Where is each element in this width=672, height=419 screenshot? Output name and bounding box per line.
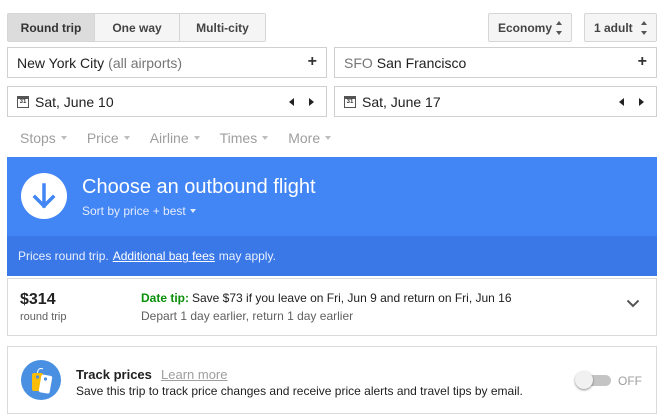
dropdown-arrow-icon	[193, 136, 200, 140]
cabin-class-dropdown[interactable]: Economy	[488, 13, 572, 42]
dropdown-arrow-icon	[123, 136, 130, 140]
cabin-class-value: Economy	[498, 20, 553, 35]
learn-more-link[interactable]: Learn more	[161, 367, 227, 382]
origin-qualifier: (all airports)	[108, 54, 183, 71]
calendar-icon: 31	[17, 95, 29, 108]
origin-city: New York City	[17, 54, 105, 71]
chevron-down-icon[interactable]	[626, 299, 640, 308]
toggle-knob	[575, 371, 593, 389]
dropdown-arrow-icon	[262, 136, 269, 140]
notice-suffix: may apply.	[218, 249, 276, 263]
dropdown-arrow-icon	[60, 136, 67, 140]
previous-date-icon[interactable]	[619, 98, 624, 106]
down-arrow-icon	[21, 173, 67, 219]
dropdown-arrow-icon	[325, 136, 332, 140]
filter-airline[interactable]: Airline	[150, 130, 200, 146]
origin-field[interactable]: New York City (all airports) +	[7, 47, 327, 78]
tip-message: Date tip: Save $73 if you leave on Fri, J…	[141, 291, 512, 305]
sort-arrows-icon	[556, 21, 563, 35]
sort-arrows-icon	[641, 21, 648, 35]
tip-price: $314	[20, 291, 56, 308]
calendar-icon: 31	[344, 95, 356, 108]
previous-date-icon[interactable]	[289, 98, 294, 106]
depart-date-field[interactable]: 31 Sat, June 10	[7, 86, 327, 117]
destination-code: SFO	[344, 54, 373, 71]
price-tag-icon	[21, 360, 61, 400]
tip-detail: Depart 1 day earlier, return 1 day earli…	[141, 309, 354, 323]
filter-stops[interactable]: Stops	[20, 130, 67, 146]
tip-label: Date tip:	[141, 291, 189, 305]
track-prices-title: Track prices	[76, 367, 152, 382]
round-trip-button[interactable]: Round trip	[8, 14, 95, 41]
filter-label: Price	[86, 130, 119, 146]
multi-city-button[interactable]: Multi-city	[180, 14, 265, 41]
bag-fees-link[interactable]: Additional bag fees	[113, 249, 215, 263]
filter-label: Times	[219, 130, 258, 146]
filter-bar: Stops Price Airline Times More	[20, 130, 351, 146]
price-notice: Prices round trip. Additional bag fees m…	[7, 236, 657, 276]
one-way-button[interactable]: One way	[95, 14, 180, 41]
next-date-icon[interactable]	[309, 98, 314, 106]
dropdown-arrow-icon	[189, 209, 196, 213]
return-date-field[interactable]: 31 Sat, June 17	[334, 86, 657, 117]
track-prices-description: Save this trip to track price changes an…	[76, 384, 523, 398]
filter-label: More	[288, 130, 321, 146]
sort-dropdown[interactable]: Sort by price + best	[82, 204, 196, 218]
filter-label: Stops	[20, 130, 56, 146]
trip-type-selector: Round trip One way Multi-city	[7, 13, 266, 42]
destination-field[interactable]: SFO San Francisco +	[334, 47, 657, 78]
tip-price-note: round trip	[20, 311, 67, 323]
filter-price[interactable]: Price	[87, 130, 130, 146]
page-title: Choose an outbound flight	[82, 176, 316, 198]
notice-prefix: Prices round trip.	[18, 249, 109, 263]
depart-date: Sat, June 10	[35, 93, 114, 110]
tip-text: Save $73 if you leave on Fri, Jun 9 and …	[192, 291, 512, 305]
passengers-value: 1 adult	[594, 20, 633, 35]
return-date: Sat, June 17	[362, 93, 441, 110]
filter-label: Airline	[149, 130, 189, 146]
filter-more[interactable]: More	[288, 130, 332, 146]
date-tip-card[interactable]: $314 round trip Date tip: Save $73 if you…	[7, 278, 657, 336]
destination-city: San Francisco	[376, 54, 467, 71]
filter-times[interactable]: Times	[220, 130, 269, 146]
add-destination-icon[interactable]: +	[638, 54, 647, 70]
track-prices-card: Track prices Learn more Save this trip t…	[7, 346, 657, 414]
track-prices-toggle[interactable]	[575, 371, 613, 389]
next-date-icon[interactable]	[639, 98, 644, 106]
passengers-dropdown[interactable]: 1 adult	[584, 13, 657, 42]
toggle-state-label: OFF	[618, 374, 642, 388]
add-origin-icon[interactable]: +	[308, 54, 317, 70]
outbound-header: Choose an outbound flight Sort by price …	[7, 157, 657, 236]
sort-label: Sort by price + best	[82, 204, 186, 218]
